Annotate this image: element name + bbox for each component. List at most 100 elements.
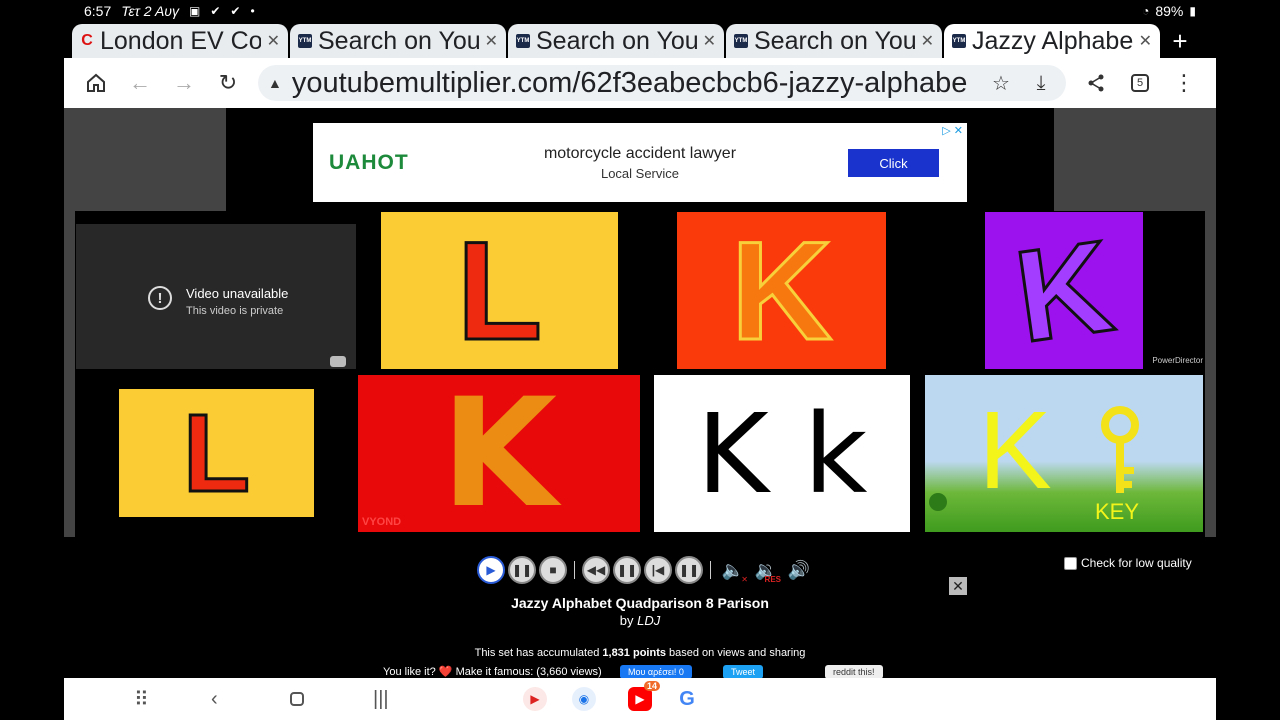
check-icon: ✔: [230, 4, 241, 18]
video-player[interactable]: K k: [654, 375, 910, 532]
nav-home-icon[interactable]: [290, 686, 304, 712]
video-letter: L: [455, 212, 544, 369]
page-side-panel: [1205, 211, 1216, 537]
close-icon[interactable]: ✕: [485, 31, 498, 51]
points-line: This set has accumulated 1,831 points ba…: [64, 647, 1216, 659]
dot-icon: •: [250, 4, 255, 18]
new-tab-button[interactable]: +: [1162, 24, 1198, 58]
volume-reset-icon[interactable]: 🔉 RES: [751, 556, 781, 585]
video-player[interactable]: K PowerDirector: [985, 212, 1205, 369]
tab-strip: C London EV Co ✕ YTM Search on You ✕ YTM…: [64, 22, 1216, 58]
close-icon[interactable]: ✕: [267, 31, 280, 51]
youtube-multi-app-icon[interactable]: ▶: [523, 687, 547, 711]
mute-icon[interactable]: 🔈 ✕: [718, 556, 748, 585]
chrome-multi-app-icon[interactable]: ◉: [572, 687, 596, 711]
set-author[interactable]: LDJ: [637, 613, 660, 628]
web-page: UAHOT motorcycle accident lawyer Local S…: [64, 108, 1216, 679]
system-nav-bar: ⠿ ‹ ||| ▶ ◉ ▶ 14 G: [64, 678, 1216, 720]
browser-tab[interactable]: C London EV Co ✕: [72, 24, 288, 58]
address-bar[interactable]: ▲ youtubemultiplier.com/62f3eabecbcb6-ja…: [258, 65, 1066, 101]
red-c-icon: C: [81, 32, 93, 49]
key-icon: [1101, 406, 1139, 493]
close-icon[interactable]: ✕: [921, 31, 934, 51]
stop-all-button[interactable]: ■: [539, 556, 567, 584]
tweet-button[interactable]: Tweet: [723, 665, 764, 679]
share-icon[interactable]: [1074, 61, 1118, 105]
rewind-button[interactable]: ◀◀: [582, 556, 610, 584]
points-value: 1,831 points: [602, 647, 666, 659]
close-icon[interactable]: ✕: [949, 577, 967, 595]
vyond-watermark: VYOND: [362, 516, 402, 528]
ad-banner[interactable]: UAHOT motorcycle accident lawyer Local S…: [313, 123, 967, 202]
screenshot-icon: ▣: [189, 4, 201, 18]
app-drawer-icon[interactable]: ⠿: [134, 686, 149, 712]
close-icon[interactable]: ✕: [1139, 31, 1152, 51]
browser-tab[interactable]: YTM Search on You ✕: [290, 24, 506, 58]
youtube-logo-icon[interactable]: [330, 356, 346, 367]
play-all-button[interactable]: ▶: [477, 556, 505, 584]
reddit-button[interactable]: reddit this!: [825, 665, 883, 679]
tab-title: Search on You: [318, 26, 479, 55]
playback-controls: ▶ ❚❚ ■ ◀◀ ❚❚ |◀ ❚❚ 🔈 ✕ 🔉 RES 🔊: [477, 555, 814, 585]
tab-title: Search on You: [536, 26, 697, 55]
video-unavailable-subtitle: This video is private: [186, 305, 284, 317]
google-app-icon[interactable]: G: [675, 687, 699, 711]
download-icon[interactable]: ⤓: [1026, 72, 1056, 95]
url-text[interactable]: youtubemultiplier.com/62f3eabecbcb6-jazz…: [292, 67, 976, 100]
forward-icon[interactable]: →: [162, 61, 206, 105]
nav-back-icon[interactable]: ‹: [211, 686, 218, 712]
youtube-app-icon[interactable]: ▶ 14: [628, 681, 660, 711]
back-icon[interactable]: ←: [118, 61, 162, 105]
page-side-panel: [64, 108, 226, 211]
more-menu-icon[interactable]: ⋮: [1162, 61, 1206, 105]
browser-toolbar: ← → ↻ ▲ youtubemultiplier.com/62f3eabecb…: [64, 58, 1216, 108]
skip-back-button[interactable]: |◀: [644, 556, 672, 584]
battery-icon: ▮: [1189, 4, 1196, 18]
ytm-icon: YTM: [734, 34, 748, 48]
video-letter: K: [1006, 212, 1122, 369]
video-player[interactable]: K: [677, 212, 886, 369]
alert-icon: !: [148, 286, 172, 310]
video-letter: K: [440, 375, 558, 532]
tab-title: Search on You: [754, 26, 915, 55]
ytm-icon: YTM: [298, 34, 312, 48]
warning-icon[interactable]: ▲: [268, 75, 282, 91]
pause-button[interactable]: ❚❚: [613, 556, 641, 584]
battery-level: 89%: [1155, 3, 1184, 19]
video-watermark: PowerDirector: [1152, 356, 1203, 365]
points-prefix: This set has accumulated: [474, 647, 600, 659]
tree-icon: [929, 493, 947, 511]
browser-tab[interactable]: YTM Search on You ✕: [508, 24, 724, 58]
pause-all-button[interactable]: ❚❚: [508, 556, 536, 584]
browser-tab-active[interactable]: YTM Jazzy Alphabe ✕: [944, 24, 1160, 58]
low-quality-label[interactable]: Check for low quality: [1081, 556, 1192, 570]
video-player[interactable]: K KEY: [925, 375, 1203, 532]
checkbox[interactable]: [1064, 556, 1077, 570]
home-icon[interactable]: [74, 61, 118, 105]
ytm-icon: YTM: [516, 34, 530, 48]
pause-sync-button[interactable]: ❚❚: [675, 556, 703, 584]
star-icon[interactable]: ☆: [986, 71, 1016, 96]
nav-recents-icon[interactable]: |||: [373, 686, 389, 712]
tab-count: 5: [1131, 74, 1149, 92]
status-bar: 6:57 Τετ 2 Αυγ ▣ ✔ ✔ • ◔ 89% ▮: [0, 0, 1280, 22]
tab-switcher-button[interactable]: 5: [1118, 61, 1162, 105]
low-quality-checkbox[interactable]: Check for low quality: [1064, 556, 1192, 570]
notification-badge: 14: [643, 681, 660, 691]
page-side-panel: [64, 211, 75, 537]
video-player[interactable]: L: [381, 212, 618, 369]
adchoices-icon[interactable]: ▷ ✕: [942, 124, 963, 137]
browser-tab[interactable]: YTM Search on You ✕: [726, 24, 942, 58]
close-icon[interactable]: ✕: [703, 31, 716, 51]
volume-up-icon[interactable]: 🔊: [784, 556, 814, 584]
reload-icon[interactable]: ↻: [206, 61, 250, 105]
video-word: KEY: [1095, 499, 1140, 524]
video-player[interactable]: L: [119, 389, 314, 517]
status-time: 6:57: [84, 3, 112, 19]
video-player[interactable]: K VYOND: [358, 375, 640, 532]
video-player-unavailable[interactable]: ! Video unavailable This video is privat…: [76, 224, 356, 369]
facebook-like-button[interactable]: Μου αρέσει! 0: [620, 665, 692, 679]
ytm-icon: YTM: [952, 34, 966, 48]
ad-click-button[interactable]: Click: [848, 149, 939, 177]
video-letter: K: [978, 388, 1052, 512]
